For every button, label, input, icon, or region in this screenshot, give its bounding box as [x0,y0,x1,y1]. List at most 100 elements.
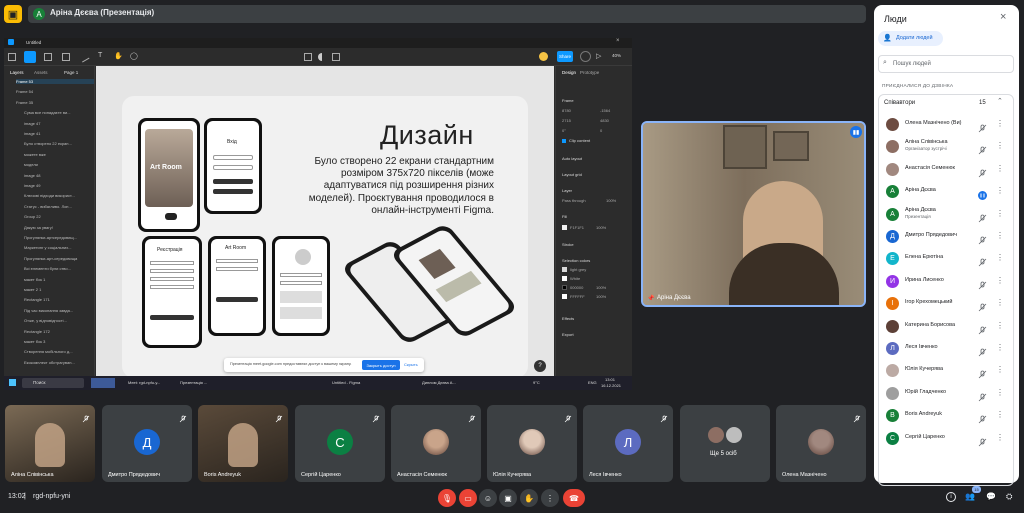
frame-w-value[interactable]: 2715 [562,118,571,123]
shape-tool-icon[interactable] [62,53,70,61]
selection-opacity[interactable]: 100% [596,285,606,290]
chat-icon[interactable]: 💬 [986,492,996,501]
more-options-icon[interactable]: ⋮ [996,433,1004,442]
tab-layers[interactable]: Layers [10,70,24,75]
layer-item[interactable]: Під час виконання завда... [24,308,73,313]
more-options-icon[interactable]: ⋮ [996,164,1004,173]
layer-item[interactable]: Екскомплект обстрагуван... [24,360,75,365]
participant-tile[interactable]: Олена Мазнічено [776,405,866,482]
more-options-icon[interactable]: ⋮ [996,141,1004,150]
frame-y-value[interactable]: -1564 [600,108,610,113]
selection-color-1[interactable]: light grey [570,267,586,272]
zoom-level[interactable]: 40% [612,53,621,58]
participant-row[interactable]: Д Дмитро Прядедович ⋮ [874,228,1019,246]
taskbar-app[interactable]: Meet: rgd-npfu-y... [128,380,160,385]
selection-opacity[interactable]: 100% [596,294,606,299]
tab-prototype[interactable]: Prototype [580,70,599,75]
components-icon[interactable] [304,53,312,61]
selection-color-4[interactable]: FFFFFF [570,294,585,299]
frame-x-value[interactable]: 8780 [562,108,571,113]
windows-start-icon[interactable] [9,379,16,386]
participant-row[interactable]: Катерина Борисова ⋮ [874,318,1019,336]
color-swatch[interactable] [562,276,567,281]
more-options-icon[interactable]: ⋮ [996,231,1004,240]
layer-item[interactable]: макет бок 3 [24,339,45,344]
participant-row[interactable]: Анастасія Семенюк ⋮ [874,161,1019,179]
more-options-icon[interactable]: ⋮ [996,321,1004,330]
participant-tile[interactable]: Boris Andreyuk [198,405,288,482]
window-close-icon[interactable]: × [616,38,620,44]
more-options-icon[interactable]: ⋮ [996,410,1004,419]
participant-row[interactable]: И Ирина Лисенко ⋮ [874,273,1019,291]
layer-item[interactable]: Всі елементи були ство... [24,266,71,271]
frame-rotation-value[interactable]: 0° [562,128,566,133]
color-swatch[interactable] [562,267,567,272]
language-indicator[interactable]: ENG [588,380,597,385]
fill-opacity[interactable]: 100% [596,225,606,230]
taskbar-search-box[interactable] [22,378,84,388]
layer-item[interactable]: модели [24,162,38,167]
participant-tile[interactable]: С Сергій Царенко [295,405,385,482]
more-options-icon[interactable]: ⋮ [996,276,1004,285]
comment-tool-icon[interactable]: ◯ [130,52,138,60]
play-icon[interactable]: ▷ [596,52,601,60]
participant-row[interactable]: Олена Мазнічено (Ви) ⋮ [874,116,1019,134]
selection-color-3[interactable]: 000000 [570,285,583,290]
theme-icon[interactable] [318,53,326,61]
taskbar-app[interactable]: Презентація ... [180,380,207,385]
frame-h-value[interactable]: 4830 [600,118,609,123]
layer-item[interactable]: макет 2 1 [24,287,41,292]
fill-value[interactable]: F1F1F1 [570,225,584,230]
participant-tile[interactable]: Ще 5 осіб [680,405,770,482]
layer-item[interactable]: Rectangle 171 [24,297,50,302]
crop-icon[interactable] [332,53,340,61]
help-icon[interactable]: ? [534,360,546,372]
participant-row[interactable]: Юлія Кучерява ⋮ [874,362,1019,380]
more-options-icon[interactable]: ⋮ [996,298,1004,307]
participant-row[interactable]: С Сергій Царенко ⋮ [874,430,1019,448]
participant-row[interactable]: Аліна Слівінська Організатор зустрічі ⋮ [874,138,1019,156]
more-options-icon[interactable]: ⋮ [996,119,1004,128]
activities-icon[interactable]: ⛭ [1006,492,1012,502]
layer-item[interactable]: Маркетинг у соціальних... [24,245,72,250]
frame-corner-value[interactable]: 0 [600,128,602,133]
layer-item[interactable]: Rectangle 172 [24,329,50,334]
pin-icon[interactable]: 📌 [647,295,654,302]
figma-canvas[interactable]: Дизайн Було створено 22 екрани стандартн… [96,66,554,378]
layer-opacity[interactable]: 100% [606,198,616,203]
close-panel-icon[interactable]: × [1000,11,1006,23]
participant-row[interactable]: Юрій Гладченко ⋮ [874,385,1019,403]
more-options-icon[interactable]: ⋮ [996,186,1004,195]
stop-sharing-button[interactable]: Закрыть доступ [362,360,400,370]
menu-icon[interactable] [8,53,16,61]
move-tool-icon[interactable] [24,51,36,63]
participant-tile[interactable]: Д Дмитро Прядедович [102,405,192,482]
participant-row[interactable]: B Boris Andreyuk ⋮ [874,407,1019,425]
participant-row[interactable]: І Ігор Крехомецький ⋮ [874,295,1019,313]
participant-row[interactable]: Л Леся Івченко ⋮ [874,340,1019,358]
participant-row[interactable]: А Аріна Дєєва ⋮ [874,183,1019,201]
layer-item[interactable]: Прогулянки-арт-середовища [24,256,77,261]
layer-item[interactable]: Прогулянки-артсередовищ... [24,235,77,240]
participant-tile[interactable]: Л Леся Івченко [583,405,673,482]
taskbar-app[interactable]: Диплом Дєєва А... [422,380,456,385]
layer-item[interactable]: image 47 [24,121,40,126]
camera-off-button[interactable]: ▭ [459,489,477,507]
more-options-icon[interactable]: ⋮ [996,365,1004,374]
figma-tab-title[interactable]: Untitled [26,40,41,45]
emoji-button[interactable]: ☺ [479,489,497,507]
taskbar-widget[interactable] [91,378,115,388]
taskbar-app[interactable]: Untitled - Figma [332,380,360,385]
tab-page[interactable]: Page 1 [64,70,78,75]
blend-mode[interactable]: Pass through [562,198,586,203]
layer-item[interactable]: макет бок 1 [24,277,45,282]
selection-color-2[interactable]: White [570,276,580,281]
layer-item[interactable]: Дякую за увагу! [24,225,53,230]
layer-item[interactable]: Ключові підходи використ... [24,193,75,198]
leave-call-button[interactable]: ☎ [563,489,585,507]
layer-item[interactable]: image 41 [24,131,40,136]
participant-row[interactable]: А Аріна Дєєва Презентація ⋮ [874,206,1019,224]
present-screen-button[interactable]: ▣ [499,489,517,507]
participant-tile[interactable]: Аліна Слівінська [5,405,95,482]
more-options-icon[interactable]: ⋮ [996,209,1004,218]
